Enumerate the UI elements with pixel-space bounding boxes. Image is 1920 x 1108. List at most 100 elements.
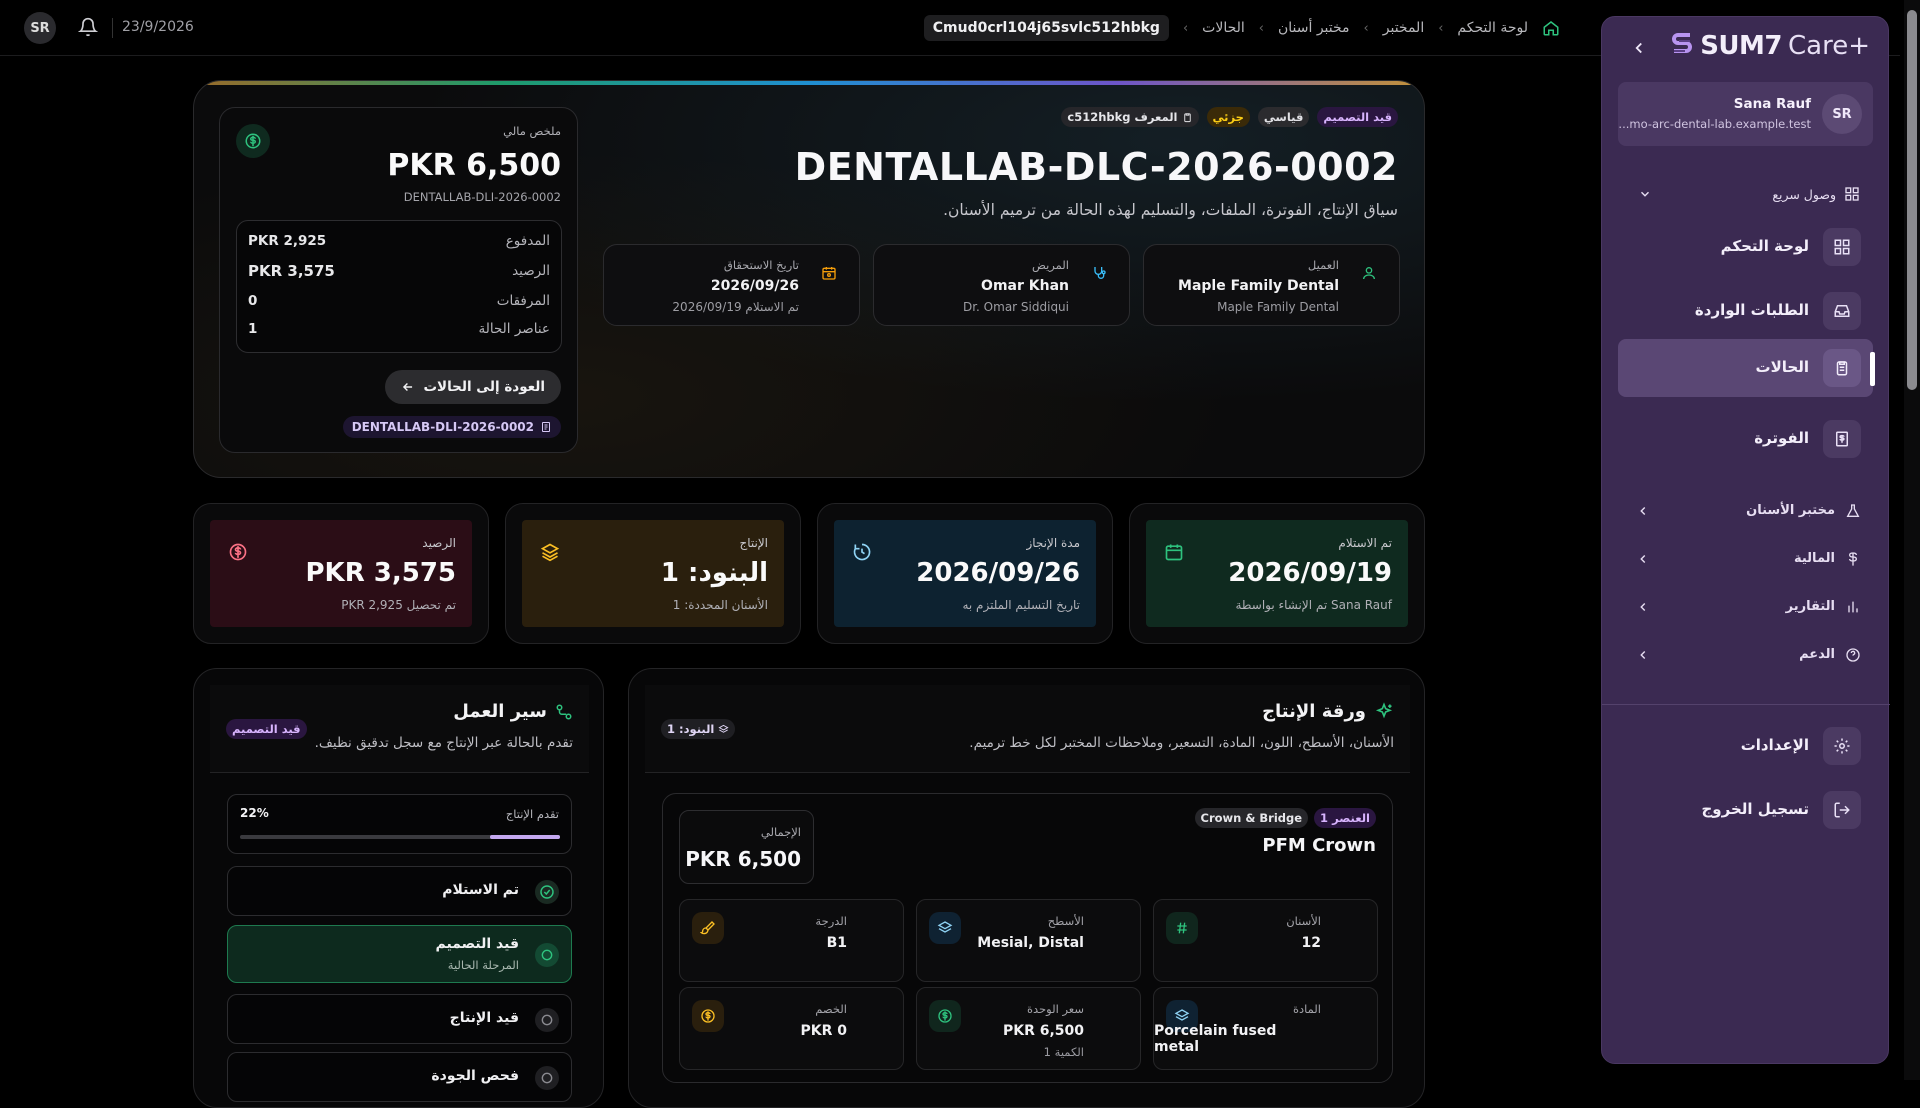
breadcrumb-cases[interactable]: الحالات: [1202, 20, 1245, 36]
bell-icon[interactable]: [78, 17, 98, 37]
timer-icon: [852, 542, 872, 562]
nav-group-finance[interactable]: المالية: [1618, 542, 1873, 576]
nav-settings[interactable]: الإعدادات: [1618, 717, 1873, 775]
badges-row: قيد التصميم قياسي جزئي المعرف c512hbkg: [1061, 107, 1398, 127]
client-label: العميل: [1307, 258, 1339, 272]
chevron-left-icon: [1635, 42, 1642, 54]
dollar-circle-icon: [228, 542, 248, 562]
workflow-step-received[interactable]: تم الاستلام: [227, 866, 572, 916]
workflow-status-badge: قيد التصميم: [226, 719, 307, 739]
receipt-icon: [1823, 420, 1861, 458]
workflow-title-row: سير العمل: [453, 701, 573, 722]
invoice-link[interactable]: DENTALLAB-DLI-2026-0002: [342, 416, 561, 438]
nav-cases[interactable]: الحالات: [1618, 339, 1873, 397]
stat-value: البنود: 1: [660, 558, 768, 588]
stethoscope-icon: [1083, 257, 1115, 289]
nav-label: الحالات: [1755, 358, 1809, 376]
scrollbar-thumb[interactable]: [1907, 10, 1917, 390]
patient-sub: Dr. Omar Siddiqui: [962, 300, 1069, 314]
quick-access-header[interactable]: وصول سريع: [1772, 186, 1860, 202]
chevron-left-icon: ‹: [1258, 20, 1264, 36]
nav-label: الإعدادات: [1740, 736, 1809, 754]
stat-label: تم الاستلام: [1338, 536, 1392, 550]
home-icon[interactable]: [1542, 19, 1560, 37]
help-circle-icon: [1846, 648, 1860, 662]
gradient-stripe: [194, 81, 1424, 85]
clipboard-icon: [1183, 112, 1191, 122]
chevron-left-icon: ‹: [1363, 20, 1369, 36]
workflow-step-production[interactable]: قيد الإنتاج: [227, 994, 572, 1044]
clipboard-list-icon: [1823, 349, 1861, 387]
divider: [112, 18, 113, 38]
progress-label: تقدم الإنتاج: [505, 807, 559, 821]
breadcrumb-dental-lab[interactable]: مختبر أسنان: [1278, 20, 1350, 36]
step-title: قيد التصميم: [435, 936, 520, 952]
coin-icon: [692, 1000, 724, 1032]
field-value: Mesial, Distal: [977, 935, 1084, 951]
case-items-value: 1: [248, 321, 258, 337]
nav-label: الطلبات الواردة: [1694, 301, 1809, 319]
breadcrumb-current: Cmud0crl104j65svlc512hbkg: [923, 15, 1169, 41]
chevron-down-icon[interactable]: [1638, 187, 1652, 201]
calendar-icon: [1164, 542, 1184, 562]
check-circle-icon: [535, 880, 559, 904]
scrollbar-track[interactable]: [1904, 0, 1920, 1080]
patient-label: المريض: [1032, 258, 1069, 272]
priority-badge: قياسي: [1257, 107, 1310, 127]
nav-dashboard[interactable]: لوحة التحكم: [1618, 218, 1873, 276]
finance-invoice-ref: DENTALLAB-DLI-2026-0002: [403, 190, 561, 204]
field-shade: الدرجة B1: [679, 899, 904, 982]
client-sub: Maple Family Dental: [1217, 300, 1339, 314]
flask-icon: [1846, 504, 1860, 517]
arrow-left-icon: [403, 383, 413, 391]
collapse-sidebar-button[interactable]: [1630, 39, 1648, 57]
chevron-left-icon: [1640, 507, 1646, 515]
field-label: الدرجة: [815, 914, 847, 928]
breadcrumb-dashboard[interactable]: لوحة التحكم: [1457, 20, 1528, 36]
workflow-step-qc[interactable]: فحص الجودة: [227, 1052, 572, 1102]
user-card-avatar: SR: [1822, 94, 1862, 134]
user-email: ...mo-arc-dental-lab.example.test: [1618, 117, 1811, 131]
field-value: B1: [826, 935, 847, 951]
stat-production: الإنتاج البنود: 1 الأسنان المحددة: 1: [505, 503, 801, 644]
nav-group-support[interactable]: الدعم: [1618, 638, 1873, 672]
logout-icon: [1823, 791, 1861, 829]
invoice-link-label: DENTALLAB-DLI-2026-0002: [351, 420, 534, 434]
due-sub: تم الاستلام 2026/09/19: [672, 300, 799, 314]
case-subtitle: سياق الإنتاج، الفوترة، الملفات، والتسليم…: [943, 201, 1398, 219]
id-badge[interactable]: المعرف c512hbkg: [1061, 107, 1199, 127]
breadcrumb: لوحة التحكم ‹ المختبر ‹ مختبر أسنان ‹ ال…: [923, 14, 1560, 42]
nav-billing[interactable]: الفوترة: [1618, 410, 1873, 468]
production-title-row: ورقة الإنتاج: [1262, 701, 1394, 722]
user-card[interactable]: SR Sana Rauf ...mo-arc-dental-lab.exampl…: [1618, 82, 1873, 146]
field-label: الأسنان: [1286, 914, 1321, 928]
user-avatar[interactable]: SR: [24, 12, 56, 44]
stat-label: الرصيد: [422, 536, 456, 550]
nav-label: الفوترة: [1754, 429, 1809, 447]
workflow-panel: سير العمل تقدم بالحالة عبر الإنتاج مع سج…: [193, 668, 604, 1108]
production-title: ورقة الإنتاج: [1262, 701, 1366, 722]
user-icon: [1353, 257, 1385, 289]
workflow-step-design[interactable]: قيد التصميم المرحلة الحالية: [227, 925, 572, 983]
field-value: Porcelain fused metal: [1154, 1023, 1277, 1055]
nav-incoming-requests[interactable]: الطلبات الواردة: [1618, 282, 1873, 340]
nav-group-reports[interactable]: التقارير: [1618, 590, 1873, 624]
field-value: 12: [1301, 935, 1321, 951]
field-value: PKR 6,500: [1002, 1023, 1084, 1039]
circle-icon: [535, 1008, 559, 1032]
progress-track: [240, 835, 560, 839]
progress-card: تقدم الإنتاج 22%: [227, 794, 572, 854]
paint-brush-icon: [692, 912, 724, 944]
sparkles-icon: [1375, 701, 1393, 718]
stat-label: الإنتاج: [739, 536, 768, 550]
item-badges: العنصر 1 Crown & Bridge: [1194, 808, 1376, 828]
user-name: Sana Rauf: [1733, 96, 1811, 112]
back-to-cases-button[interactable]: العودة إلى الحالات: [385, 370, 561, 404]
case-title: DENTALLAB-DLC-2026-0002: [794, 145, 1398, 189]
stat-received: تم الاستلام 2026/09/19 تم الإنشاء بواسطة…: [1129, 503, 1425, 644]
nav-logout[interactable]: تسجيل الخروج: [1618, 781, 1873, 839]
stat-value: PKR 3,575: [305, 558, 456, 588]
breadcrumb-lab[interactable]: المختبر: [1383, 20, 1424, 36]
balance-value: PKR 3,575: [248, 262, 335, 280]
nav-group-dental-lab[interactable]: مختبر الأسنان: [1618, 494, 1873, 528]
